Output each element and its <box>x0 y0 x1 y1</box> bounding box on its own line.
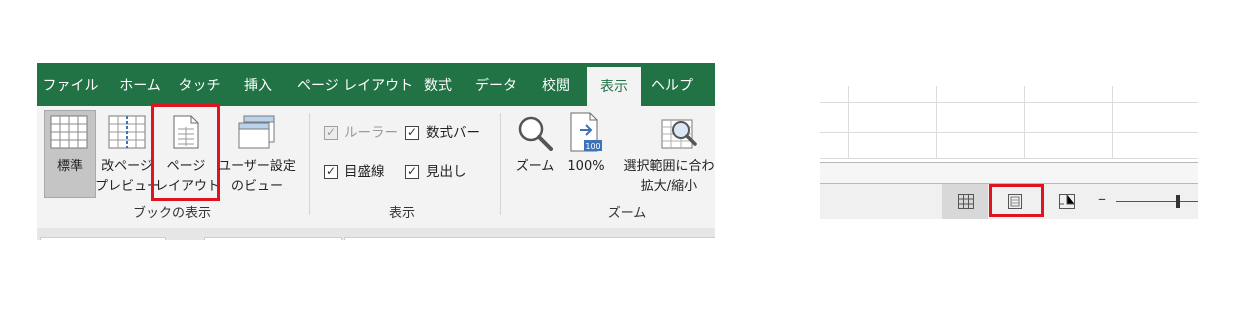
page-layout-status-highlight-box <box>989 184 1044 217</box>
tab-help[interactable]: ヘルプ <box>645 63 699 106</box>
custom-views-label-1: ユーザー設定 <box>218 159 296 174</box>
grid-line <box>936 86 937 158</box>
grid-line <box>1112 86 1113 158</box>
zoom-to-selection-label-1: 選択範囲に合わ <box>623 159 715 174</box>
headings-checkbox[interactable]: ✓ <box>405 164 419 179</box>
svg-text:100: 100 <box>585 142 600 151</box>
tab-data[interactable]: データ <box>471 63 521 106</box>
gridlines-checkbox[interactable]: ✓ <box>324 164 338 179</box>
horizontal-scrollbar[interactable] <box>820 162 1198 184</box>
formula-input[interactable] <box>344 237 715 240</box>
zoom-100-button[interactable]: 100% <box>563 157 609 177</box>
page-break-preview-icon <box>108 115 146 149</box>
workbook-views-group-label: ブックの表示 <box>132 206 211 221</box>
custom-views-icon <box>238 115 275 149</box>
name-box[interactable] <box>40 237 166 240</box>
page-layout-highlight-box <box>151 104 220 201</box>
formula-bar-checkbox[interactable]: ✓ <box>405 125 419 140</box>
grid-line <box>820 102 1198 103</box>
normal-view-icon <box>50 115 88 149</box>
custom-views-button[interactable]: ユーザー設定 のビュー <box>217 157 297 197</box>
page-break-preview-button[interactable]: 改ページ プレビュー <box>95 157 161 197</box>
zoom-100-icon: 100 <box>570 112 602 152</box>
page-break-preview-label-2: プレビュー <box>95 179 161 194</box>
zoom-to-selection-icon <box>661 119 697 149</box>
zoom-to-selection-label-2: 拡大/縮小 <box>640 179 698 194</box>
normal-view-status-button[interactable] <box>942 184 988 219</box>
status-bar-crop: – <box>820 86 1198 219</box>
tab-home[interactable]: ホーム <box>110 63 170 106</box>
ruler-label: ルーラー <box>344 125 398 141</box>
headings-label: 見出し <box>426 164 467 180</box>
formula-bar-strip <box>37 228 715 240</box>
page-break-preview-label-1: 改ページ <box>101 159 153 174</box>
zoom-to-selection-button[interactable]: 選択範囲に合わ 拡大/縮小 <box>614 157 715 197</box>
normal-view-icon <box>958 194 974 209</box>
ruler-checkbox[interactable]: ✓ <box>324 125 338 140</box>
tab-formulas[interactable]: 数式 <box>415 63 461 106</box>
zoom-button[interactable]: ズーム <box>509 157 561 177</box>
custom-views-label-2: のビュー <box>230 179 283 194</box>
grid-line <box>1024 86 1025 158</box>
tab-touch[interactable]: タッチ <box>177 63 222 106</box>
grid-line <box>820 158 1198 159</box>
grid-line <box>848 86 849 158</box>
zoom-slider-thumb[interactable] <box>1176 195 1180 208</box>
page-break-status-button[interactable] <box>1048 184 1088 219</box>
show-group-label: 表示 <box>388 206 415 221</box>
ribbon: ファイル ホーム タッチ 挿入 ページ レイアウト 数式 データ 校閲 表示 ヘ… <box>37 63 715 240</box>
formula-bar-label: 数式バー <box>426 125 480 141</box>
grid-line <box>820 132 1198 133</box>
status-bar: – <box>820 184 1198 219</box>
tab-insert[interactable]: 挿入 <box>235 63 281 106</box>
tab-view[interactable]: 表示 <box>587 67 641 106</box>
tab-review[interactable]: 校閲 <box>531 63 581 106</box>
gridlines-label: 目盛線 <box>344 164 385 180</box>
group-separator <box>500 113 501 215</box>
ribbon-tab-bar: ファイル ホーム タッチ 挿入 ページ レイアウト 数式 データ 校閲 表示 ヘ… <box>37 63 715 106</box>
formula-bar-buttons <box>204 237 342 240</box>
zoom-icon <box>518 116 553 151</box>
page-break-view-icon <box>1059 194 1075 209</box>
normal-view-label: 標準 <box>56 159 83 174</box>
zoom-group-label: ズーム <box>607 206 647 221</box>
group-separator <box>309 113 310 215</box>
zoom-slider-track[interactable] <box>1116 201 1198 202</box>
tab-file[interactable]: ファイル <box>37 63 104 106</box>
tab-page-layout[interactable]: ページ レイアウト <box>297 63 413 106</box>
zoom-out-button[interactable]: – <box>1098 189 1106 209</box>
